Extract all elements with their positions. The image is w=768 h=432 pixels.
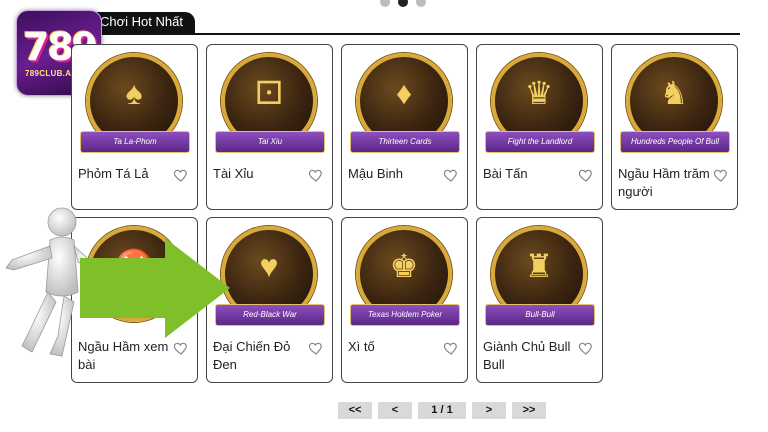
favorite-heart-icon[interactable] [308, 167, 324, 183]
section-tab-bar: Chơi Hot Nhất [70, 12, 740, 35]
game-title[interactable]: Bài Tấn [483, 165, 579, 183]
favorite-heart-icon[interactable] [713, 167, 729, 183]
game-thumbnail[interactable]: ♞ Hundreds People Of Bull [620, 53, 730, 163]
favorite-heart-icon[interactable] [578, 167, 594, 183]
game-ribbon: Thirteen Cards [350, 131, 460, 153]
carousel-dot-active[interactable] [398, 0, 408, 7]
game-title[interactable]: Tài Xỉu [213, 165, 309, 183]
favorite-heart-icon[interactable] [578, 340, 594, 356]
game-ribbon: Red-Black War [215, 304, 325, 326]
game-emblem-icon: ♚ [389, 248, 419, 284]
game-card-maubinh[interactable]: ♦ Thirteen Cards Mậu Binh [341, 44, 468, 210]
favorite-heart-icon[interactable] [173, 167, 189, 183]
game-card-xito[interactable]: ♚ Texas Holdem Poker Xì tố [341, 217, 468, 383]
game-thumbnail[interactable]: ♥ Red-Black War [215, 226, 325, 336]
game-card-baitan[interactable]: ♛ Fight the Landlord Bài Tấn [476, 44, 603, 210]
game-title[interactable]: Mậu Binh [348, 165, 444, 183]
game-thumbnail[interactable]: ♜ Bull-Bull [485, 226, 595, 336]
game-emblem-icon: ♦ [395, 74, 413, 111]
game-ribbon: Fight the Landlord [485, 131, 595, 153]
game-title[interactable]: Ngầu Hầm trăm người [618, 165, 714, 201]
game-ribbon: Bull-Bull [485, 304, 595, 326]
carousel-dot[interactable] [380, 0, 390, 7]
game-card-taixiu[interactable]: ⚀ Tai Xiu Tài Xỉu [206, 44, 333, 210]
favorite-heart-icon[interactable] [443, 167, 459, 183]
game-thumbnail[interactable]: ♠ Ta La-Phom [80, 53, 190, 163]
game-thumbnail[interactable]: ⚀ Tai Xiu [215, 53, 325, 163]
game-emblem-icon: ⚀ [255, 75, 283, 111]
carousel-dot[interactable] [416, 0, 426, 7]
game-card-bullbull[interactable]: ♜ Bull-Bull Giành Chủ Bull Bull [476, 217, 603, 383]
carousel-dots [380, 0, 426, 7]
prev-page-button[interactable]: < [378, 402, 412, 419]
favorite-heart-icon[interactable] [173, 340, 189, 356]
favorite-heart-icon[interactable] [308, 340, 324, 356]
game-card-phom[interactable]: ♠ Ta La-Phom Phỏm Tá Lả [71, 44, 198, 210]
game-thumbnail[interactable]: ♦ Thirteen Cards [350, 53, 460, 163]
game-title[interactable]: Giành Chủ Bull Bull [483, 338, 579, 374]
pagination: << < 1 / 1 > >> [338, 402, 546, 419]
favorite-heart-icon[interactable] [443, 340, 459, 356]
game-ribbon: Texas Holdem Poker [350, 304, 460, 326]
game-emblem-icon: ♛ [524, 75, 554, 111]
game-emblem-icon: ♠ [125, 74, 143, 111]
game-ribbon: Ta La-Phom [80, 131, 190, 153]
first-page-button[interactable]: << [338, 402, 372, 419]
game-thumbnail[interactable]: ♚ Texas Holdem Poker [350, 226, 460, 336]
last-page-button[interactable]: >> [512, 402, 546, 419]
game-thumbnail[interactable]: ♛ Fight the Landlord [485, 53, 595, 163]
game-ribbon: Tai Xiu [215, 131, 325, 153]
game-ribbon: Hundreds People Of Bull [620, 131, 730, 153]
game-emblem-icon: ♥ [259, 247, 279, 284]
page-indicator: 1 / 1 [418, 402, 466, 419]
game-title[interactable]: Đại Chiến Đỏ Đen [213, 338, 309, 374]
game-title[interactable]: Xì tố [348, 338, 444, 356]
game-title[interactable]: Phỏm Tá Lả [78, 165, 174, 183]
next-page-button[interactable]: > [472, 402, 506, 419]
game-emblem-icon: ♜ [524, 248, 554, 284]
logo-subtitle: 789CLUB.AI [25, 69, 74, 78]
game-emblem-icon: ♞ [659, 75, 689, 111]
game-card-ngauham-tram[interactable]: ♞ Hundreds People Of Bull Ngầu Hầm trăm … [611, 44, 738, 210]
green-arrow-icon [80, 238, 230, 338]
